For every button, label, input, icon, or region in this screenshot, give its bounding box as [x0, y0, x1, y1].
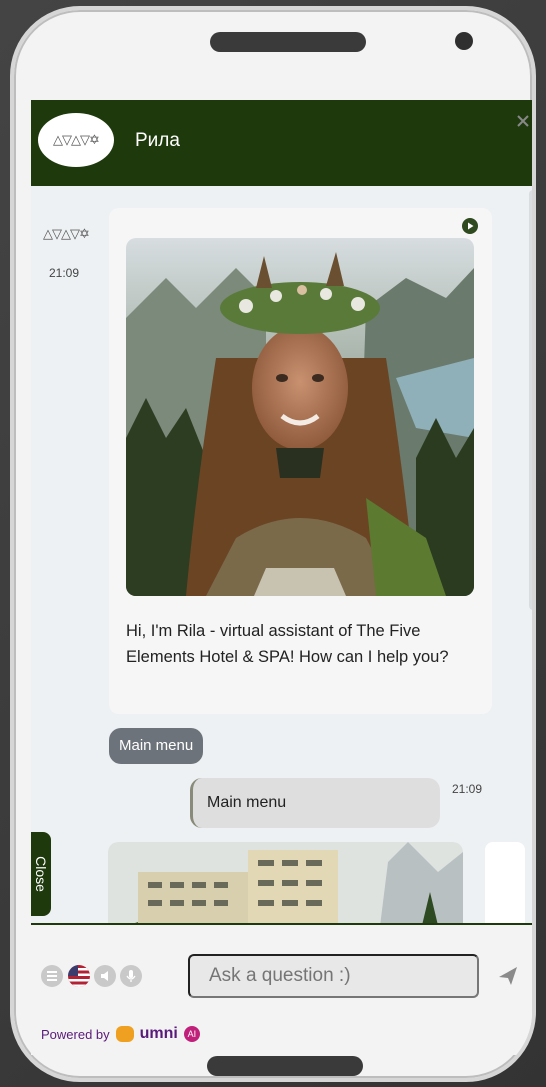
powered-by-label: Powered by — [41, 1026, 110, 1042]
play-icon[interactable] — [462, 218, 478, 234]
composer-area: Powered by umni AI — [31, 925, 532, 1055]
scrollbar[interactable] — [529, 190, 532, 610]
us-flag-icon[interactable] — [68, 965, 90, 987]
hotel-image — [108, 842, 463, 923]
powered-by[interactable]: Powered by umni AI — [41, 1025, 200, 1043]
phone-frame: △▽△▽✡ Рила △▽△▽✡ 21:09 Hi, I'm Rila - vi… — [10, 6, 536, 1082]
user-message-bubble: Main menu — [190, 778, 440, 828]
speaker-icon[interactable] — [94, 965, 116, 987]
message-list[interactable]: △▽△▽✡ 21:09 Hi, I'm Rila - virtual assis… — [31, 186, 532, 923]
chat-title: Рила — [135, 130, 180, 151]
quick-reply-main-menu[interactable]: Main menu — [109, 728, 204, 764]
close-side-tab[interactable]: Close — [31, 832, 51, 916]
umni-logo-icon — [115, 1026, 134, 1042]
phone-speaker — [210, 32, 366, 52]
bot-logo: △▽△▽✡ — [38, 113, 114, 167]
phone-home-bar — [207, 1056, 363, 1076]
bot-message-bubble: Hi, I'm Rila - virtual assistant of The … — [109, 208, 492, 714]
umni-brand: umni — [139, 1025, 178, 1042]
carousel-card-next[interactable] — [485, 842, 525, 923]
question-input[interactable] — [188, 954, 479, 998]
microphone-icon[interactable] — [120, 965, 142, 987]
bot-message-text: Hi, I'm Rila - virtual assistant of The … — [126, 622, 449, 666]
carousel-card[interactable] — [108, 842, 463, 923]
send-icon[interactable] — [497, 965, 519, 987]
menu-icon[interactable] — [41, 965, 63, 987]
ai-badge: AI — [183, 1026, 200, 1042]
bot-avatar-symbol: △▽△▽✡ — [43, 226, 90, 241]
phone-camera — [455, 32, 473, 50]
chat-widget: △▽△▽✡ Рила △▽△▽✡ 21:09 Hi, I'm Rila - vi… — [31, 100, 532, 1055]
assistant-portrait-image — [126, 238, 474, 596]
close-side-tab-label: Close — [33, 856, 50, 892]
user-message-time: 21:09 — [452, 782, 483, 796]
chat-header: △▽△▽✡ Рила — [31, 100, 532, 186]
close-icon[interactable] — [515, 114, 531, 130]
bot-message-time: 21:09 — [49, 266, 80, 280]
